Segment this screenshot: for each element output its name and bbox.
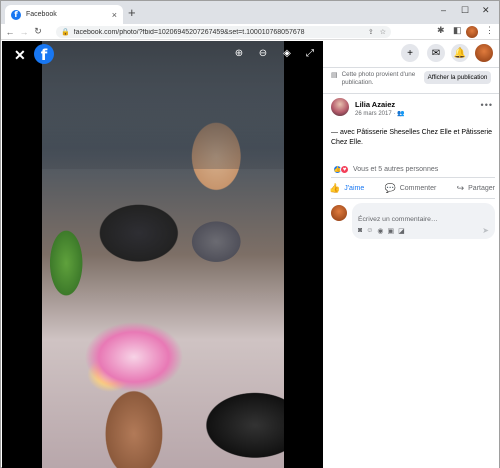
birthday-photo[interactable] [42, 41, 284, 468]
address-bar[interactable]: 🔒 facebook.com/photo/?fbid=1020694520726… [56, 26, 391, 38]
view-post-button[interactable]: Afficher la publication [423, 71, 492, 84]
author-name[interactable]: Lilia Azaiez [355, 100, 395, 109]
actions-top-divider [331, 177, 495, 178]
browser-toolbar: ← → ↻ 🔒 facebook.com/photo/?fbid=1020694… [1, 24, 499, 40]
tab-close-icon[interactable]: × [112, 10, 117, 20]
tag-icon[interactable]: ◈ [280, 48, 294, 59]
tab-facebook[interactable]: f Facebook × [5, 5, 123, 24]
author-avatar[interactable] [331, 98, 349, 116]
browser-profile-avatar[interactable] [466, 26, 478, 38]
facebook-favicon-icon: f [11, 9, 21, 20]
comment-label: Commenter [399, 184, 437, 192]
avatar-sticker-icon[interactable]: ◙ [358, 227, 362, 235]
post-details-pane: + ✉ 🔔 ▤ Cette photo provient d'une publi… [323, 41, 499, 468]
sticker-icon[interactable]: ◪ [398, 227, 405, 235]
friends-icon: 👥 [397, 111, 405, 117]
photo-viewer: ✕ f ⊕ ⊖ ◈ ⤢ [2, 41, 323, 468]
maximize-button[interactable]: ☐ [461, 5, 469, 16]
send-icon[interactable]: ➤ [482, 226, 489, 235]
facebook-logo-icon[interactable]: f [34, 44, 54, 64]
like-label: J'aime [344, 184, 365, 192]
top-divider [323, 67, 499, 68]
create-plus-icon[interactable]: + [401, 44, 419, 62]
post-date[interactable]: 26 mars 2017 · 👥 [355, 110, 405, 117]
minimize-button[interactable]: – [441, 5, 446, 15]
commenter-avatar [331, 205, 347, 221]
bookmark-star-icon[interactable]: ☆ [380, 28, 386, 36]
emoji-icon[interactable]: ☺ [366, 227, 373, 235]
reactions-summary[interactable]: 👍 ♥ Vous et 5 autres personnes [333, 165, 438, 174]
gif-icon[interactable]: ▣ [388, 227, 395, 235]
source-post-text: Cette photo provient d'une publication. [341, 71, 416, 86]
comment-tools: ◙ ☺ ◉ ▣ ◪ [358, 227, 405, 235]
comment-input[interactable]: Écrivez un commentaire… ◙ ☺ ◉ ▣ ◪ ➤ [352, 203, 495, 239]
close-window-button[interactable]: ✕ [482, 5, 490, 16]
fullscreen-icon[interactable]: ⤢ [303, 48, 317, 59]
post-actions: 👍 J'aime 💬 Commenter ↪ Partager [329, 179, 495, 197]
url-text[interactable]: facebook.com/photo/?fbid=102069452072674… [74, 29, 362, 36]
account-avatar[interactable] [475, 44, 493, 62]
info-post-icon: ▤ [331, 72, 338, 79]
new-tab-button[interactable]: + [128, 5, 136, 20]
post-caption: — avec Pâtisserie Sheselles Chez Elle et… [331, 129, 493, 146]
side-panel-icon[interactable]: ◧ [453, 25, 462, 36]
share-icon[interactable]: ⇪ [368, 28, 374, 36]
reload-icon[interactable]: ↻ [31, 26, 45, 37]
share-button[interactable]: ↪ Partager [457, 183, 495, 194]
browser-window: f Facebook × + – ☐ ✕ ← → ↻ 🔒 facebook.co… [0, 0, 500, 468]
info-divider [323, 93, 499, 94]
photo-shadow [42, 41, 284, 170]
source-post-notice: ▤ Cette photo provient d'une publication… [331, 71, 495, 86]
comment-composer: Écrivez un commentaire… ◙ ☺ ◉ ▣ ◪ ➤ [331, 203, 495, 243]
like-button[interactable]: 👍 J'aime [329, 183, 364, 194]
zoom-out-icon[interactable]: ⊖ [256, 48, 270, 59]
back-arrow-icon[interactable]: ← [3, 27, 17, 37]
zoom-in-icon[interactable]: ⊕ [232, 48, 246, 59]
messenger-icon[interactable]: ✉ [427, 44, 445, 62]
more-options-icon[interactable]: ••• [481, 100, 493, 110]
camera-icon[interactable]: ◉ [377, 227, 383, 235]
actions-bottom-divider [331, 198, 495, 199]
post-header: Lilia Azaiez 26 mars 2017 · 👥 ••• [331, 98, 495, 120]
share-label: Partager [468, 184, 495, 192]
tab-title: Facebook [26, 11, 57, 18]
thumbs-up-icon: 👍 [329, 182, 341, 193]
love-reaction-icon: ♥ [340, 165, 349, 174]
close-viewer-icon[interactable]: ✕ [14, 47, 26, 64]
browser-menu-icon[interactable]: ⋮ [485, 25, 494, 36]
share-arrow-icon: ↪ [456, 182, 465, 193]
extensions-icon[interactable]: ✱ [437, 25, 445, 36]
comment-bubble-icon: 💬 [384, 182, 396, 193]
forward-arrow-icon[interactable]: → [17, 27, 31, 37]
tab-strip: f Facebook × + – ☐ ✕ [1, 1, 499, 24]
comment-placeholder: Écrivez un commentaire… [358, 216, 438, 223]
lock-icon: 🔒 [61, 29, 70, 36]
notifications-bell-icon[interactable]: 🔔 [451, 44, 469, 62]
comment-button[interactable]: 💬 Commenter [385, 183, 437, 194]
reactions-text: Vous et 5 autres personnes [353, 166, 439, 173]
post-date-text: 26 mars 2017 · [355, 111, 398, 117]
